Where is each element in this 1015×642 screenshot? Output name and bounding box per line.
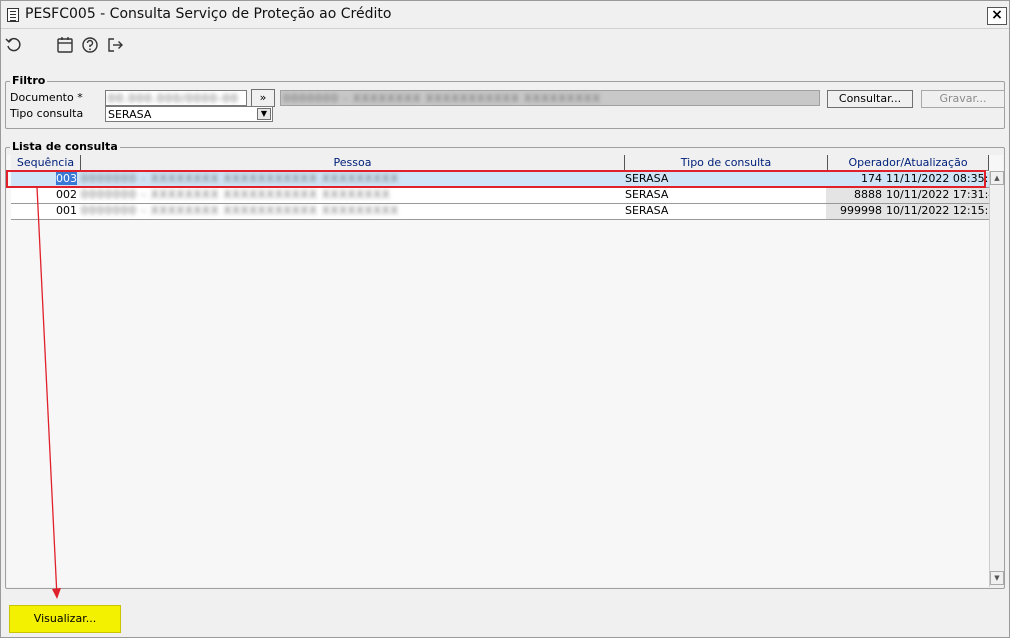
lookup-button[interactable]: » — [251, 89, 275, 107]
close-button[interactable]: × — [987, 7, 1007, 25]
documento-input[interactable]: 00.000.000/0000-00 — [105, 90, 247, 106]
column-header-tipo[interactable]: Tipo de consulta — [625, 155, 828, 171]
cell-pessoa: 0000000 - XXXXXXXX XXXXXXXXXXX XXXXXXXXX — [79, 172, 623, 188]
title-bar: PESFC005 - Consulta Serviço de Proteção … — [1, 1, 1009, 29]
documento-value: 00.000.000/0000-00 — [108, 92, 239, 105]
column-header-sequencia[interactable]: Sequência — [11, 155, 81, 171]
exit-icon[interactable] — [106, 36, 124, 54]
column-header-operador[interactable]: Operador/Atualização — [828, 155, 989, 171]
list-group-title: Lista de consulta — [10, 140, 120, 153]
pessoa-display: 0000000 - XXXXXXXX XXXXXXXXXXX XXXXXXXXX — [280, 90, 820, 106]
chevron-down-icon[interactable]: ▼ — [257, 108, 271, 120]
toolbar — [1, 30, 1009, 60]
cell-tipo: SERASA — [623, 188, 826, 204]
cell-atualizacao: 11/11/2022 08:35:58 — [884, 172, 989, 188]
tipo-consulta-value: SERASA — [108, 108, 152, 121]
cell-tipo: SERASA — [623, 204, 826, 220]
cell-sequencia: 002 — [11, 188, 79, 204]
app-window: PESFC005 - Consulta Serviço de Proteção … — [0, 0, 1010, 638]
vertical-scrollbar[interactable]: ▲ ▼ — [989, 171, 1004, 587]
cell-sequencia: 003 — [11, 172, 79, 188]
visualizar-button-label: Visualizar... — [33, 612, 97, 625]
cell-operador: 8888 — [826, 188, 884, 204]
table-row[interactable]: 002 0000000 - XXXXXXXX XXXXXXXXXXX XXXXX… — [9, 188, 989, 204]
table-row[interactable]: 003 0000000 - XXXXXXXX XXXXXXXXXXX XXXXX… — [9, 172, 989, 188]
cell-tipo: SERASA — [623, 172, 826, 188]
cell-atualizacao: 10/11/2022 12:15:38 — [884, 204, 989, 220]
visualizar-button[interactable]: Visualizar... — [9, 605, 121, 633]
documento-label: Documento * — [10, 91, 83, 104]
cell-atualizacao: 10/11/2022 17:31:47 — [884, 188, 989, 204]
scroll-up-icon[interactable]: ▲ — [990, 171, 1004, 185]
document-icon — [7, 8, 19, 22]
consultar-button[interactable]: Consultar... — [827, 90, 913, 108]
cell-pessoa: 0000000 - XXXXXXXX XXXXXXXXXXX XXXXXXXXX — [79, 204, 623, 220]
cell-pessoa: 0000000 - XXXXXXXX XXXXXXXXXXX XXXXXXXX — [79, 188, 623, 204]
consulta-grid: Sequência Pessoa Tipo de consulta Operad… — [7, 155, 1003, 587]
tipo-consulta-label: Tipo consulta — [10, 107, 84, 120]
refresh-icon[interactable] — [5, 36, 23, 54]
table-row[interactable]: 001 0000000 - XXXXXXXX XXXXXXXXXXX XXXXX… — [9, 204, 989, 220]
pessoa-value: 0000000 - XXXXXXXX XXXXXXXXXXX XXXXXXXXX — [283, 92, 601, 105]
tipo-consulta-select[interactable]: SERASA ▼ — [105, 106, 273, 122]
gravar-button[interactable]: Gravar... — [921, 90, 1005, 108]
cell-sequencia: 001 — [11, 204, 79, 220]
window-title: PESFC005 - Consulta Serviço de Proteção … — [25, 6, 392, 22]
filter-group-title: Filtro — [10, 74, 48, 87]
cell-operador: 999998 — [826, 204, 884, 220]
help-icon[interactable] — [81, 36, 99, 54]
cell-operador: 174 — [826, 172, 884, 188]
calendar-icon[interactable] — [56, 36, 74, 54]
column-header-pessoa[interactable]: Pessoa — [81, 155, 625, 171]
scroll-down-icon[interactable]: ▼ — [990, 571, 1004, 585]
